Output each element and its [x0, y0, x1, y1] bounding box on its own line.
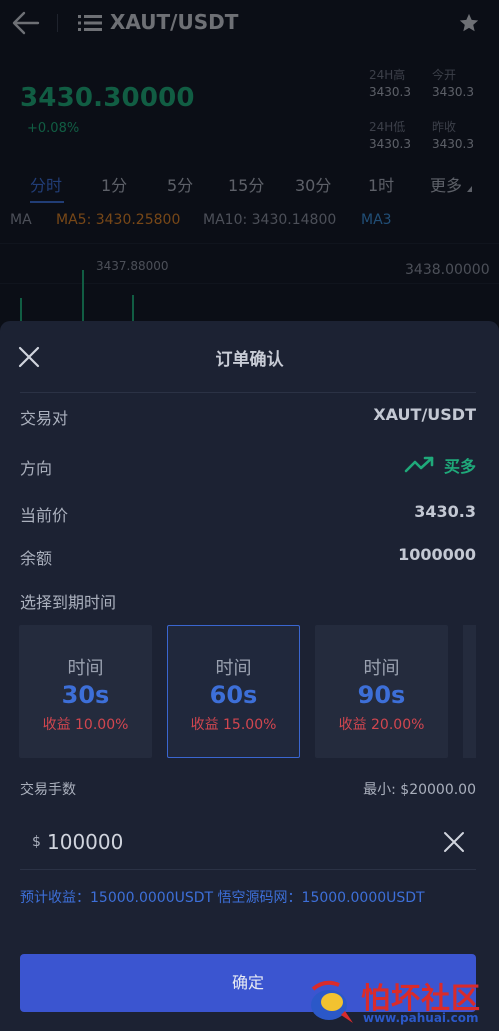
watermark-url: www.pahuai.com [363, 1011, 479, 1025]
divider [20, 392, 476, 393]
quantity-input[interactable] [47, 826, 427, 858]
option-profit: 收益 20.00% [338, 717, 425, 733]
expiry-option-30s[interactable]: 时间 30s 收益 10.00% [19, 625, 152, 758]
trend-up-icon [404, 456, 434, 473]
quantity-label: 交易手数 [20, 782, 76, 798]
order-confirm-sheet: 订单确认 交易对 XAUT/USDT 方向 买多 当前价 3430.3 余额 1… [0, 321, 499, 1031]
direction-label: 方向 [20, 459, 53, 478]
balance-value: 1000000 [398, 545, 476, 564]
quantity-minimum: 最小: $20000.00 [363, 782, 476, 798]
expected-profit-text: 预计收益：15000.0000USDT 悟空源码网：15000.0000USDT [20, 890, 425, 906]
expiry-section-title: 选择到期时间 [20, 593, 117, 612]
option-label: 时间 [363, 658, 400, 679]
currency-symbol: $ [32, 834, 41, 850]
option-profit: 收益 10.00% [42, 717, 129, 733]
option-label: 时间 [215, 658, 252, 679]
pair-value: XAUT/USDT [373, 405, 476, 424]
watermark: 怕坏社区 www.pahuai.com [305, 975, 495, 1031]
option-duration: 60s [209, 681, 258, 709]
input-underline [20, 869, 476, 870]
watermark-logo-icon [311, 980, 353, 1023]
current-price-label: 当前价 [20, 506, 69, 525]
expiry-option-60s[interactable]: 时间 60s 收益 15.00% [167, 625, 300, 758]
direction-text: 买多 [443, 457, 476, 476]
option-duration: 30s [61, 681, 110, 709]
sheet-title: 订单确认 [215, 350, 284, 370]
direction-value: 买多 [404, 453, 476, 477]
pair-label: 交易对 [20, 409, 69, 428]
clear-input-icon[interactable] [442, 830, 466, 854]
current-price-value: 3430.3 [414, 502, 476, 521]
option-label: 时间 [67, 658, 104, 679]
expiry-option-partial[interactable] [463, 625, 476, 758]
option-duration: 90s [357, 681, 406, 709]
balance-label: 余额 [20, 549, 53, 568]
expiry-option-90s[interactable]: 时间 90s 收益 20.00% [315, 625, 448, 758]
option-profit: 收益 15.00% [190, 717, 277, 733]
